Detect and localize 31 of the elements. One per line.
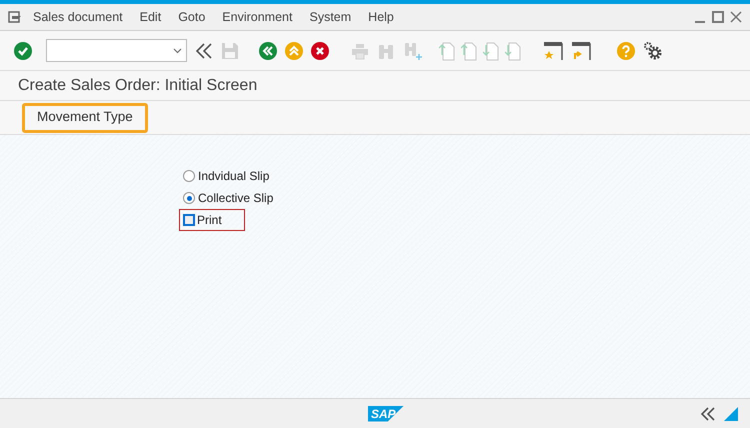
check-icon[interactable] bbox=[14, 42, 32, 60]
checkbox-label: Print bbox=[197, 212, 222, 229]
radio-label: Indvidual Slip bbox=[198, 168, 270, 185]
menu-item[interactable]: Edit bbox=[140, 8, 162, 26]
menu-icon[interactable] bbox=[8, 11, 22, 23]
radio-button[interactable] bbox=[183, 170, 195, 182]
cancel-icon[interactable] bbox=[311, 42, 329, 60]
movement-type-button[interactable]: Movement Type bbox=[22, 102, 148, 132]
menu-item[interactable]: Goto bbox=[178, 8, 206, 26]
menu-item[interactable]: Environment bbox=[222, 8, 292, 26]
resize-corner-icon[interactable] bbox=[724, 406, 738, 420]
help-icon[interactable] bbox=[617, 42, 635, 60]
new-window-icon[interactable] bbox=[543, 40, 563, 60]
maximize-icon[interactable] bbox=[712, 11, 724, 23]
menu-item[interactable]: System bbox=[309, 8, 352, 26]
close-icon[interactable] bbox=[730, 11, 742, 23]
up-icon[interactable] bbox=[285, 42, 303, 60]
gears-icon[interactable] bbox=[643, 40, 663, 60]
screen-title: Create Sales Order: Initial Screen bbox=[18, 76, 258, 96]
shortcut-window-icon[interactable] bbox=[571, 40, 591, 60]
command-field[interactable] bbox=[46, 39, 187, 62]
radio-label: Collective Slip bbox=[198, 190, 274, 207]
radio-button[interactable] bbox=[183, 192, 195, 204]
menu-item[interactable]: Sales document bbox=[33, 8, 123, 26]
menu-item[interactable]: Help bbox=[368, 8, 394, 26]
checkbox[interactable] bbox=[183, 214, 195, 226]
back-icon[interactable] bbox=[259, 42, 277, 60]
logo: SAP bbox=[368, 406, 404, 422]
collapse-icon[interactable] bbox=[700, 406, 716, 420]
dropdown-caret-icon bbox=[173, 48, 182, 54]
collapse-icon[interactable] bbox=[195, 42, 213, 58]
